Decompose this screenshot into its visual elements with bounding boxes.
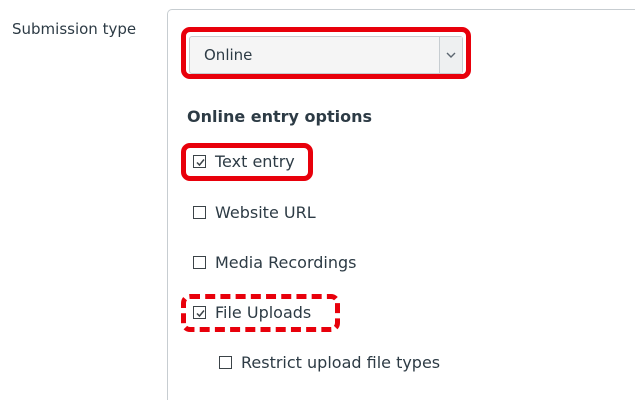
option-restrict-upload-file-types[interactable]: Restrict upload file types <box>219 353 440 372</box>
website-url-label: Website URL <box>215 203 316 222</box>
option-media-recordings[interactable]: Media Recordings <box>193 253 357 272</box>
media-recordings-checkbox[interactable] <box>193 256 206 269</box>
website-url-checkbox[interactable] <box>193 206 206 219</box>
restrict-file-types-label: Restrict upload file types <box>241 353 441 372</box>
option-website-url[interactable]: Website URL <box>193 203 316 222</box>
submission-type-label: Submission type <box>12 20 137 38</box>
media-recordings-label: Media Recordings <box>215 253 357 272</box>
select-highlight <box>181 27 471 79</box>
online-entry-options-heading: Online entry options <box>187 107 373 126</box>
restrict-file-types-checkbox[interactable] <box>219 356 232 369</box>
text-entry-highlight <box>181 143 313 181</box>
file-uploads-highlight <box>181 294 340 332</box>
